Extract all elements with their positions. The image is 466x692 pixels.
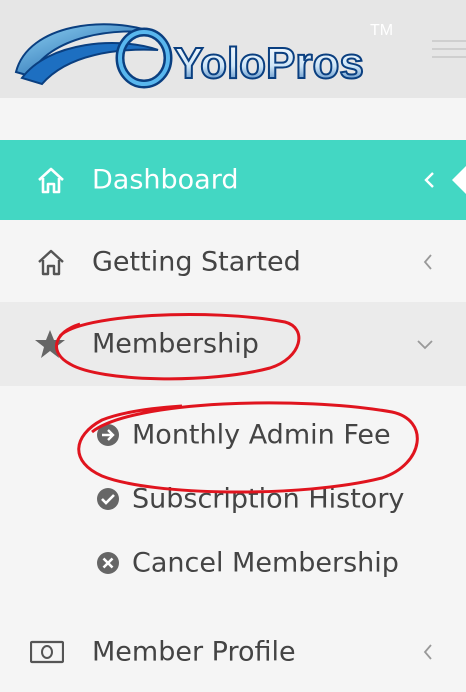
submenu-item-label: Cancel Membership — [132, 547, 399, 579]
submenu-item-label: Monthly Admin Fee — [132, 419, 391, 451]
sidebar-item-label: Dashboard — [92, 164, 239, 196]
sidebar-item-getting-started[interactable]: Getting Started — [0, 222, 466, 302]
chevron-left-icon — [423, 254, 432, 270]
sidebar-item-membership[interactable]: Membership — [0, 302, 466, 386]
money-icon — [30, 640, 64, 664]
trademark-mark: TM — [370, 22, 394, 39]
sidebar-item-label: Membership — [92, 328, 259, 360]
membership-submenu: Monthly Admin Fee Subscription History C… — [0, 386, 466, 610]
star-icon — [35, 330, 65, 358]
sidebar-item-label: Member Profile — [92, 636, 296, 668]
home-icon — [38, 249, 64, 276]
submenu-item-monthly-admin-fee[interactable]: Monthly Admin Fee — [0, 404, 466, 466]
submenu-item-subscription-history[interactable]: Subscription History — [0, 468, 466, 530]
chevron-down-icon — [417, 340, 433, 350]
yolopros-logo: YoloPros — [14, 23, 365, 89]
submenu-item-cancel-membership[interactable]: Cancel Membership — [0, 532, 466, 594]
chevron-left-icon — [423, 644, 432, 660]
header: YoloPros TM — [0, 0, 466, 98]
sidebar-item-label: Getting Started — [92, 246, 301, 278]
home-icon — [38, 167, 64, 194]
circle-x-icon — [97, 552, 119, 574]
chevron-left-icon — [424, 172, 434, 188]
circle-check-icon — [97, 488, 119, 510]
active-indicator-arrow — [452, 166, 466, 194]
submenu-item-label: Subscription History — [132, 483, 405, 515]
hamburger-icon[interactable] — [432, 40, 466, 68]
sidebar-item-dashboard[interactable]: Dashboard — [0, 140, 466, 220]
circle-arrow-right-icon — [97, 424, 119, 446]
logo-wordmark: YoloPros — [174, 39, 364, 88]
sidebar-item-member-profile[interactable]: Member Profile — [0, 612, 466, 692]
